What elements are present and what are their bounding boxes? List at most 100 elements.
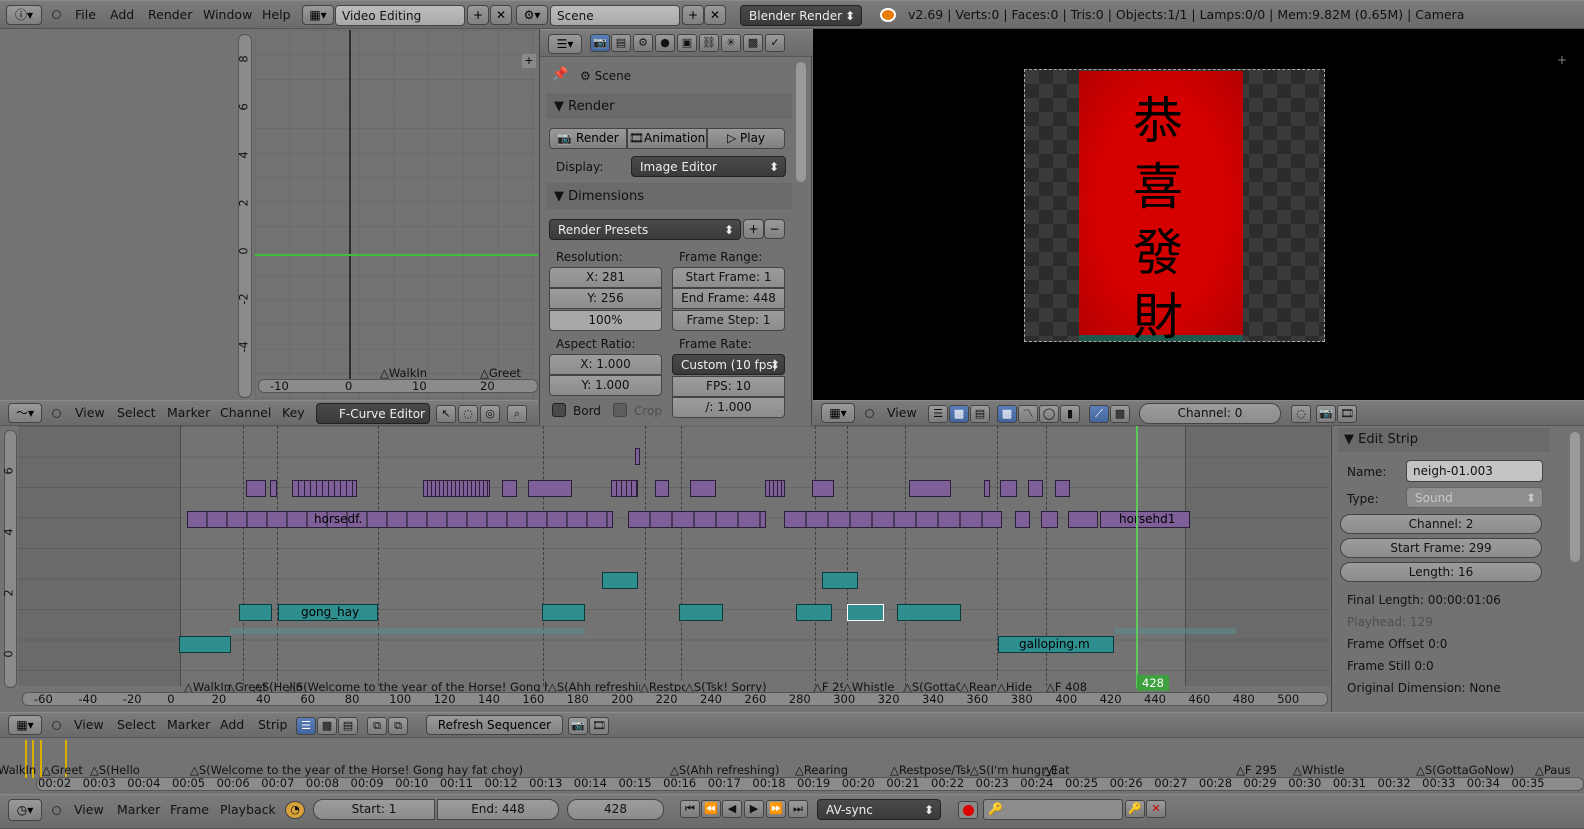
jump-end-icon[interactable]: ⏭ [788,800,808,818]
seq-preview-view-icon[interactable]: ▤ [338,717,358,735]
insert-keyframe-icon[interactable]: 🔑 [1125,800,1145,818]
strip-length-field[interactable]: Length: 16 [1340,562,1542,582]
delete-keyframe-icon[interactable]: ✕ [1146,800,1166,818]
sound-strip[interactable] [542,604,585,621]
marker-whistle[interactable]: △Whistle [1293,763,1345,777]
menu-frame[interactable]: Frame [170,795,209,825]
sync-mode-select[interactable]: AV-sync ⬍ [817,799,941,820]
image-strip[interactable] [635,448,640,465]
play-button[interactable]: ▷ Play [707,128,785,149]
next-keyframe-icon[interactable]: ⏩ [766,800,786,818]
sound-strip[interactable] [679,604,723,621]
refresh-sequencer-button[interactable]: Refresh Sequencer [426,715,563,735]
sound-strip[interactable] [602,572,638,589]
screen-layout-icon[interactable]: ▦▾ [302,5,334,25]
sound-strip[interactable] [796,604,832,621]
object-tab-icon[interactable]: ▣ [677,34,697,52]
scene-field[interactable]: Scene [550,5,680,26]
render-still-icon[interactable]: 📷 [1316,405,1336,423]
sequencer-editor[interactable]: 6 4 2 0 horsedf. horsehd1 gong_hay gallo… [0,426,1330,712]
add-preset-button[interactable]: + [743,219,764,239]
menu-view[interactable]: View [74,795,104,825]
image-strip[interactable] [270,480,277,497]
menu-strip[interactable]: Strip [258,713,287,737]
frame-rate-select[interactable]: Custom (10 fps) ⬍ [672,354,785,375]
marker-greet[interactable]: △Greet [42,763,83,777]
menu-channel[interactable]: Channel [220,401,271,425]
image-strip[interactable] [1068,511,1098,528]
add-scene-button[interactable]: + [682,5,704,25]
luma-waveform-icon[interactable]: 〽 [1018,405,1038,423]
sound-strip[interactable] [179,636,231,653]
horsehd-strip[interactable]: horsehd1 [1100,511,1190,528]
current-frame-field[interactable]: 428 [567,799,664,820]
menu-select[interactable]: Select [117,713,156,737]
sound-strip[interactable] [239,604,272,621]
constraints-tab-icon[interactable]: ⛓ [699,34,719,52]
gong-hay-strip[interactable]: gong_hay [278,604,378,621]
ghost-icon[interactable]: ◌ [1291,405,1311,423]
render-anim-icon[interactable]: 🎞 [1337,405,1357,423]
menu-key[interactable]: Key [282,401,305,425]
crop-checkbox[interactable] [613,403,627,417]
collapse-icon[interactable] [52,721,61,730]
display-select[interactable]: Image Editor ⬍ [631,156,786,177]
animation-button[interactable]: 🎞Animation [627,128,707,149]
paste-strip-icon[interactable]: ⧉ [388,717,408,735]
data-tab-icon[interactable]: ✳ [721,34,741,52]
marker-gottagonow[interactable]: △S(GottaGoNow) [1416,763,1514,777]
galloping-strip[interactable]: galloping.m [998,636,1114,653]
display-image-icon[interactable]: ▩ [997,405,1017,423]
strip-start-frame-field[interactable]: Start Frame: 299 [1340,538,1542,558]
fcurve-mode-select[interactable]: F-Curve Editor [316,403,430,424]
resolution-percentage-slider[interactable]: 100% [549,310,662,331]
render-engine-select[interactable]: Blender Render ⬍ [740,5,862,26]
seq-preview-view-icon[interactable]: ▤ [970,405,990,423]
image-strip[interactable] [984,480,990,497]
cursor-icon[interactable]: ↖ [436,405,456,423]
particles-tab-icon[interactable]: ✓ [765,34,785,52]
start-frame-field[interactable]: Start: 1 [313,799,435,820]
start-frame-field[interactable]: Start Frame: 1 [672,267,785,288]
play-icon[interactable]: ▶ [744,800,764,818]
texture-tab-icon[interactable]: ▩ [743,34,763,52]
resolution-y-field[interactable]: Y: 256 [549,288,662,309]
marker-pause[interactable]: △Paus [1535,763,1571,777]
marker-hello[interactable]: △S(Hello [90,763,140,777]
render-button[interactable]: 📷 Render [549,128,627,149]
menu-marker[interactable]: Marker [167,713,210,737]
menu-marker[interactable]: Marker [117,795,160,825]
image-strip[interactable] [1015,511,1030,528]
info-editor-type-button[interactable]: ⓘ▾ [6,5,42,25]
resolution-x-field[interactable]: X: 281 [549,267,662,288]
image-strip[interactable] [423,480,490,497]
keying-set-field[interactable]: 🔑 [983,799,1123,820]
editor-type-timeline-icon[interactable]: ◷▾ [8,799,42,821]
render-panel-title[interactable]: ▼ Render [554,99,614,114]
image-strip[interactable] [1055,480,1070,497]
render-presets-select[interactable]: Render Presets ⬍ [549,219,741,240]
sound-strip[interactable] [822,572,858,589]
preview-view-icon[interactable]: ▩ [317,717,337,735]
image-strip[interactable] [628,511,766,528]
image-strip[interactable] [909,480,951,497]
sequencer-view-icon[interactable]: ☰ [296,717,316,735]
preview-range-icon[interactable]: ◔ [285,801,305,819]
image-strip[interactable] [611,480,638,497]
end-frame-field[interactable]: End: 448 [437,799,559,820]
strip-name-field[interactable]: neigh-01.003 [1406,460,1543,482]
timeline-editor[interactable]: WalkIn △Greet △S(Hello △S(Welcome to the… [0,738,1584,794]
marker-f295[interactable]: △F 295 [1236,763,1277,777]
aspect-x-field[interactable]: X: 1.000 [549,354,662,375]
jump-start-icon[interactable]: ⏮ [680,800,700,818]
properties-scrollbar[interactable] [796,62,806,182]
menu-add[interactable]: Add [220,713,244,737]
play-reverse-icon[interactable]: ◀ [722,800,742,818]
edit-strip-title[interactable]: ▼ Edit Strip [1344,432,1418,447]
remove-scene-button[interactable]: ✕ [704,5,726,25]
menu-help[interactable]: Help [262,1,291,29]
editor-type-sequencer-icon[interactable]: ▦▾ [821,403,855,423]
sequencer-preview[interactable]: 恭 喜 發 財 + [813,29,1584,400]
prev-keyframe-icon[interactable]: ⏪ [701,800,721,818]
marker-eat[interactable]: △Eat [1042,763,1070,777]
